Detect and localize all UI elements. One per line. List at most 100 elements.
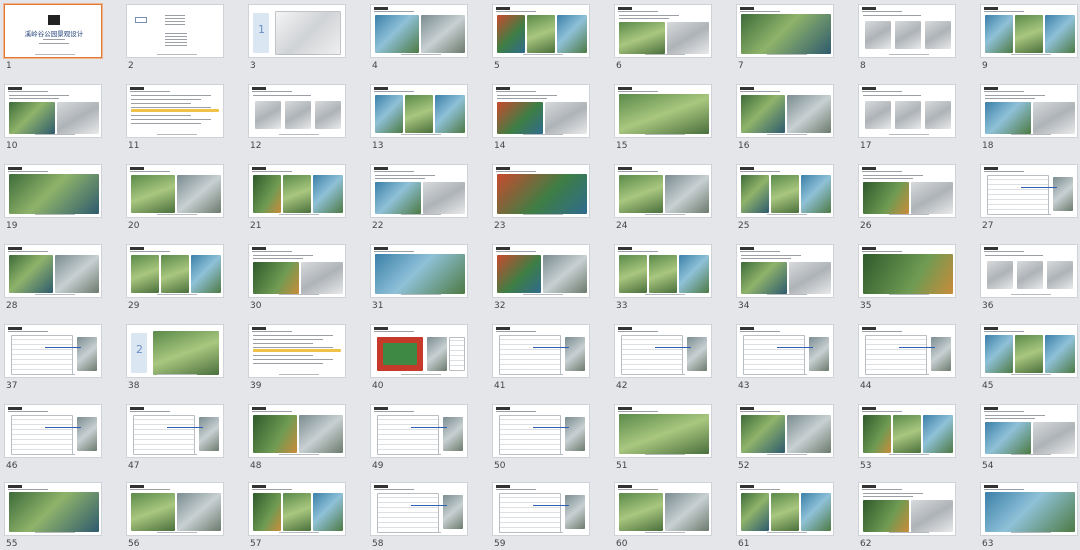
slide-thumbnail-cell[interactable]: 29 <box>122 240 244 318</box>
slide-thumbnail[interactable] <box>126 482 224 536</box>
slide-thumbnail[interactable]: 溪岭谷公园景观设计 <box>4 4 102 58</box>
slide-thumbnail-cell[interactable]: 12 <box>244 80 366 158</box>
slide-thumbnail-cell[interactable]: 56 <box>122 478 244 550</box>
slide-thumbnail[interactable] <box>4 482 102 536</box>
slide-thumbnail-cell[interactable]: 21 <box>244 160 366 238</box>
slide-thumbnail[interactable] <box>736 324 834 378</box>
slide-thumbnail[interactable] <box>370 164 468 218</box>
slide-thumbnail-cell[interactable]: 52 <box>732 400 854 478</box>
slide-thumbnail-cell[interactable]: 44 <box>854 320 976 398</box>
slide-thumbnail[interactable] <box>370 482 468 536</box>
slide-thumbnail[interactable] <box>858 482 956 536</box>
slide-thumbnail[interactable] <box>858 84 956 138</box>
slide-thumbnail-cell[interactable]: 23 <box>488 160 610 238</box>
slide-thumbnail-cell[interactable]: 58 <box>366 478 488 550</box>
slide-thumbnail[interactable] <box>370 324 468 378</box>
slide-thumbnail-cell[interactable]: 39 <box>244 320 366 398</box>
slide-thumbnail[interactable] <box>248 164 346 218</box>
slide-thumbnail[interactable] <box>614 84 712 138</box>
slide-thumbnail-cell[interactable]: 60 <box>610 478 732 550</box>
slide-thumbnail[interactable] <box>4 164 102 218</box>
slide-thumbnail-cell[interactable]: 8 <box>854 0 976 78</box>
slide-thumbnail[interactable] <box>736 404 834 458</box>
slide-thumbnail[interactable]: 2 <box>126 324 224 378</box>
slide-thumbnail-cell[interactable]: 34 <box>732 240 854 318</box>
slide-thumbnail[interactable] <box>614 164 712 218</box>
slide-thumbnail-cell[interactable]: 31 <box>366 240 488 318</box>
slide-thumbnail-cell[interactable]: 46 <box>0 400 122 478</box>
slide-thumbnail[interactable] <box>126 244 224 298</box>
slide-thumbnail[interactable] <box>858 404 956 458</box>
slide-thumbnail[interactable] <box>492 4 590 58</box>
slide-thumbnail-cell[interactable]: 51 <box>610 400 732 478</box>
slide-thumbnail-cell[interactable]: 28 <box>0 240 122 318</box>
slide-thumbnail-cell[interactable]: 13 <box>244 0 366 78</box>
slide-thumbnail-cell[interactable]: 2 <box>122 0 244 78</box>
slide-thumbnail[interactable] <box>980 244 1078 298</box>
slide-thumbnail-cell[interactable]: 26 <box>854 160 976 238</box>
slide-thumbnail-cell[interactable]: 19 <box>0 160 122 238</box>
slide-thumbnail[interactable] <box>980 84 1078 138</box>
slide-thumbnail[interactable] <box>4 324 102 378</box>
slide-thumbnail-cell[interactable]: 35 <box>854 240 976 318</box>
slide-thumbnail[interactable] <box>736 84 834 138</box>
slide-thumbnail-cell[interactable]: 14 <box>488 80 610 158</box>
slide-thumbnail[interactable] <box>492 324 590 378</box>
slide-thumbnail-cell[interactable]: 36 <box>976 240 1080 318</box>
slide-thumbnail-cell[interactable]: 25 <box>732 160 854 238</box>
slide-thumbnail-cell[interactable]: 59 <box>488 478 610 550</box>
slide-thumbnail-cell[interactable]: 37 <box>0 320 122 398</box>
slide-thumbnail-cell[interactable]: 溪岭谷公园景观设计 1 <box>0 0 122 78</box>
slide-thumbnail-cell[interactable]: 9 <box>976 0 1080 78</box>
slide-thumbnail-cell[interactable]: 45 <box>976 320 1080 398</box>
slide-thumbnail-cell[interactable]: 7 <box>732 0 854 78</box>
slide-thumbnail[interactable] <box>736 482 834 536</box>
slide-thumbnail-cell[interactable]: 15 <box>610 80 732 158</box>
slide-thumbnail-cell[interactable]: 17 <box>854 80 976 158</box>
slide-thumbnail-cell[interactable]: 6 <box>610 0 732 78</box>
slide-thumbnail-cell[interactable]: 40 <box>366 320 488 398</box>
slide-thumbnail[interactable] <box>4 404 102 458</box>
slide-thumbnail[interactable]: 1 <box>248 4 346 58</box>
slide-thumbnail-cell[interactable]: 55 <box>0 478 122 550</box>
slide-thumbnail[interactable] <box>492 244 590 298</box>
slide-thumbnail[interactable] <box>736 244 834 298</box>
slide-thumbnail[interactable] <box>614 4 712 58</box>
slide-thumbnail[interactable] <box>370 84 468 138</box>
slide-thumbnail-cell[interactable]: 53 <box>854 400 976 478</box>
slide-thumbnail[interactable] <box>4 84 102 138</box>
slide-thumbnail[interactable] <box>126 164 224 218</box>
slide-thumbnail[interactable] <box>614 244 712 298</box>
slide-thumbnail[interactable] <box>248 244 346 298</box>
slide-thumbnail[interactable] <box>370 404 468 458</box>
slide-thumbnail[interactable] <box>858 324 956 378</box>
slide-thumbnail[interactable] <box>492 84 590 138</box>
slide-thumbnail-cell[interactable]: 62 <box>854 478 976 550</box>
slide-thumbnail[interactable] <box>736 164 834 218</box>
slide-thumbnail-cell[interactable]: 42 <box>610 320 732 398</box>
slide-thumbnail-cell[interactable]: 47 <box>122 400 244 478</box>
slide-thumbnail[interactable] <box>614 404 712 458</box>
slide-thumbnail-cell[interactable]: 30 <box>244 240 366 318</box>
slide-thumbnail-cell[interactable]: 13 <box>366 80 488 158</box>
slide-thumbnail-cell[interactable]: 48 <box>244 400 366 478</box>
slide-thumbnail[interactable] <box>248 482 346 536</box>
slide-thumbnail[interactable] <box>248 324 346 378</box>
slide-thumbnail-cell[interactable]: 57 <box>244 478 366 550</box>
slide-thumbnail[interactable] <box>492 404 590 458</box>
slide-thumbnail-cell[interactable]: 27 <box>976 160 1080 238</box>
slide-thumbnail[interactable] <box>370 244 468 298</box>
slide-thumbnail[interactable] <box>4 244 102 298</box>
slide-thumbnail[interactable] <box>980 164 1078 218</box>
slide-thumbnail[interactable] <box>980 482 1078 536</box>
slide-thumbnail[interactable] <box>126 404 224 458</box>
slide-thumbnail-cell[interactable]: 54 <box>976 400 1080 478</box>
slide-thumbnail-cell[interactable]: 49 <box>366 400 488 478</box>
slide-thumbnail-cell[interactable]: 11 <box>122 80 244 158</box>
slide-thumbnail-cell[interactable]: 20 <box>122 160 244 238</box>
slide-thumbnail[interactable] <box>126 4 224 58</box>
slide-thumbnail-cell[interactable]: 32 <box>488 240 610 318</box>
slide-thumbnail[interactable] <box>980 4 1078 58</box>
slide-thumbnail[interactable] <box>980 324 1078 378</box>
slide-thumbnail[interactable] <box>248 404 346 458</box>
